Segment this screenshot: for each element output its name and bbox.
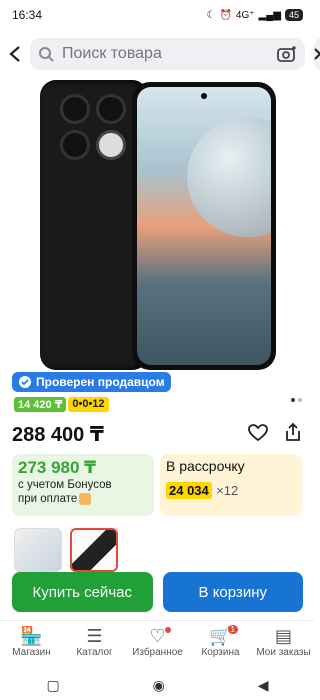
buy-now-button[interactable]: Купить сейчас [12, 572, 153, 612]
recents-icon[interactable]: ▢ [46, 677, 59, 694]
product-image[interactable] [40, 80, 276, 372]
variant-thumbnails [14, 528, 118, 572]
home-icon[interactable]: ◉ [153, 677, 165, 694]
back-icon[interactable]: ◀ [258, 677, 269, 694]
close-button[interactable] [313, 38, 320, 70]
search-box[interactable] [30, 38, 305, 70]
nav-label: Мои заказы [256, 647, 311, 658]
add-to-cart-button[interactable]: В корзину [162, 572, 303, 612]
camera-lens [60, 130, 90, 160]
share-button[interactable] [284, 422, 302, 447]
back-button[interactable] [8, 40, 22, 68]
nav-label: Магазин [12, 647, 51, 658]
nav-label: Каталог [76, 647, 113, 658]
nav-catalog[interactable]: ☰ Каталог [63, 625, 126, 668]
phone-front-image [132, 82, 276, 370]
carousel-dot [291, 398, 295, 402]
nav-orders[interactable]: ▤ Мои заказы [252, 625, 315, 668]
network-label: 4G⁺ [235, 9, 255, 21]
system-navigation: ▢ ◉ ◀ [0, 670, 315, 700]
search-icon [39, 47, 54, 62]
top-bar [0, 34, 320, 74]
installment-months: ×12 [216, 483, 239, 498]
camera-search-icon[interactable] [277, 45, 297, 63]
signal-icon: ▂▄▆ [258, 9, 281, 21]
heart-icon: ♡ [149, 626, 166, 646]
variant-thumbnail[interactable] [14, 528, 62, 572]
nav-store[interactable]: 🏪 Магазин [0, 625, 63, 668]
flash [96, 130, 126, 160]
status-bar: 16:34 ☾ ⏰ 4G⁺ ▂▄▆ 45 [0, 0, 315, 30]
verified-label: Проверен продавцом [36, 375, 165, 389]
favorite-button[interactable] [248, 424, 268, 447]
nav-label: Корзина [201, 647, 240, 658]
bottom-navigation: 🏪 Магазин ☰ Каталог ♡ Избранное 🛒 1 Корз… [0, 620, 315, 668]
carousel-dots [291, 398, 302, 402]
installment-monthly: 24 034 [166, 482, 212, 499]
notification-dot [165, 627, 171, 633]
share-icon [286, 422, 300, 441]
bonus-badge: 14 420 ₸ [14, 397, 67, 412]
status-time: 16:34 [12, 8, 43, 22]
installment-badge: 0•0•12 [68, 397, 109, 412]
store-icon: 🏪 [20, 626, 43, 646]
nav-cart[interactable]: 🛒 1 Корзина [189, 625, 252, 668]
catalog-icon: ☰ [86, 626, 103, 646]
close-icon [314, 48, 320, 60]
installment-card[interactable]: В рассрочку 24 034 ×12 [160, 454, 302, 516]
installment-title: В рассрочку [166, 458, 245, 474]
heart-icon [248, 424, 268, 442]
battery-indicator: 45 [284, 9, 303, 21]
alarm-icon: ⏰ [219, 9, 232, 21]
chevron-left-icon [9, 46, 20, 62]
bonus-line2: при оплате [18, 493, 78, 505]
product-price: 288 400 ₸ [12, 424, 104, 446]
front-camera [201, 93, 207, 99]
nav-favorites[interactable]: ♡ Избранное [126, 625, 189, 668]
bonus-line1: с учетом Бонусов [18, 479, 112, 491]
bonus-price-card[interactable]: 273 980 ₸ с учетом Бонусов при оплате [12, 454, 154, 516]
phone-screen [137, 87, 271, 365]
cart-count-badge: 1 [227, 625, 238, 634]
bonus-price: 273 980 ₸ [18, 458, 97, 477]
action-buttons: Купить сейчас В корзину [12, 572, 303, 612]
camera-lens [60, 94, 90, 124]
promo-badges: 14 420 ₸ 0•0•12 [14, 397, 109, 412]
camera-lens [96, 94, 126, 124]
check-badge-icon [19, 376, 31, 388]
orders-icon: ▤ [274, 626, 292, 646]
search-input[interactable] [62, 45, 269, 63]
wallpaper-planet [187, 117, 271, 237]
moon-icon: ☾ [206, 9, 216, 21]
variant-thumbnail-selected[interactable] [70, 528, 118, 572]
verified-seller-badge: Проверен продавцом [12, 372, 171, 392]
nav-label: Избранное [132, 647, 183, 658]
bonus-coin-icon [79, 492, 92, 505]
carousel-dot [298, 398, 302, 402]
